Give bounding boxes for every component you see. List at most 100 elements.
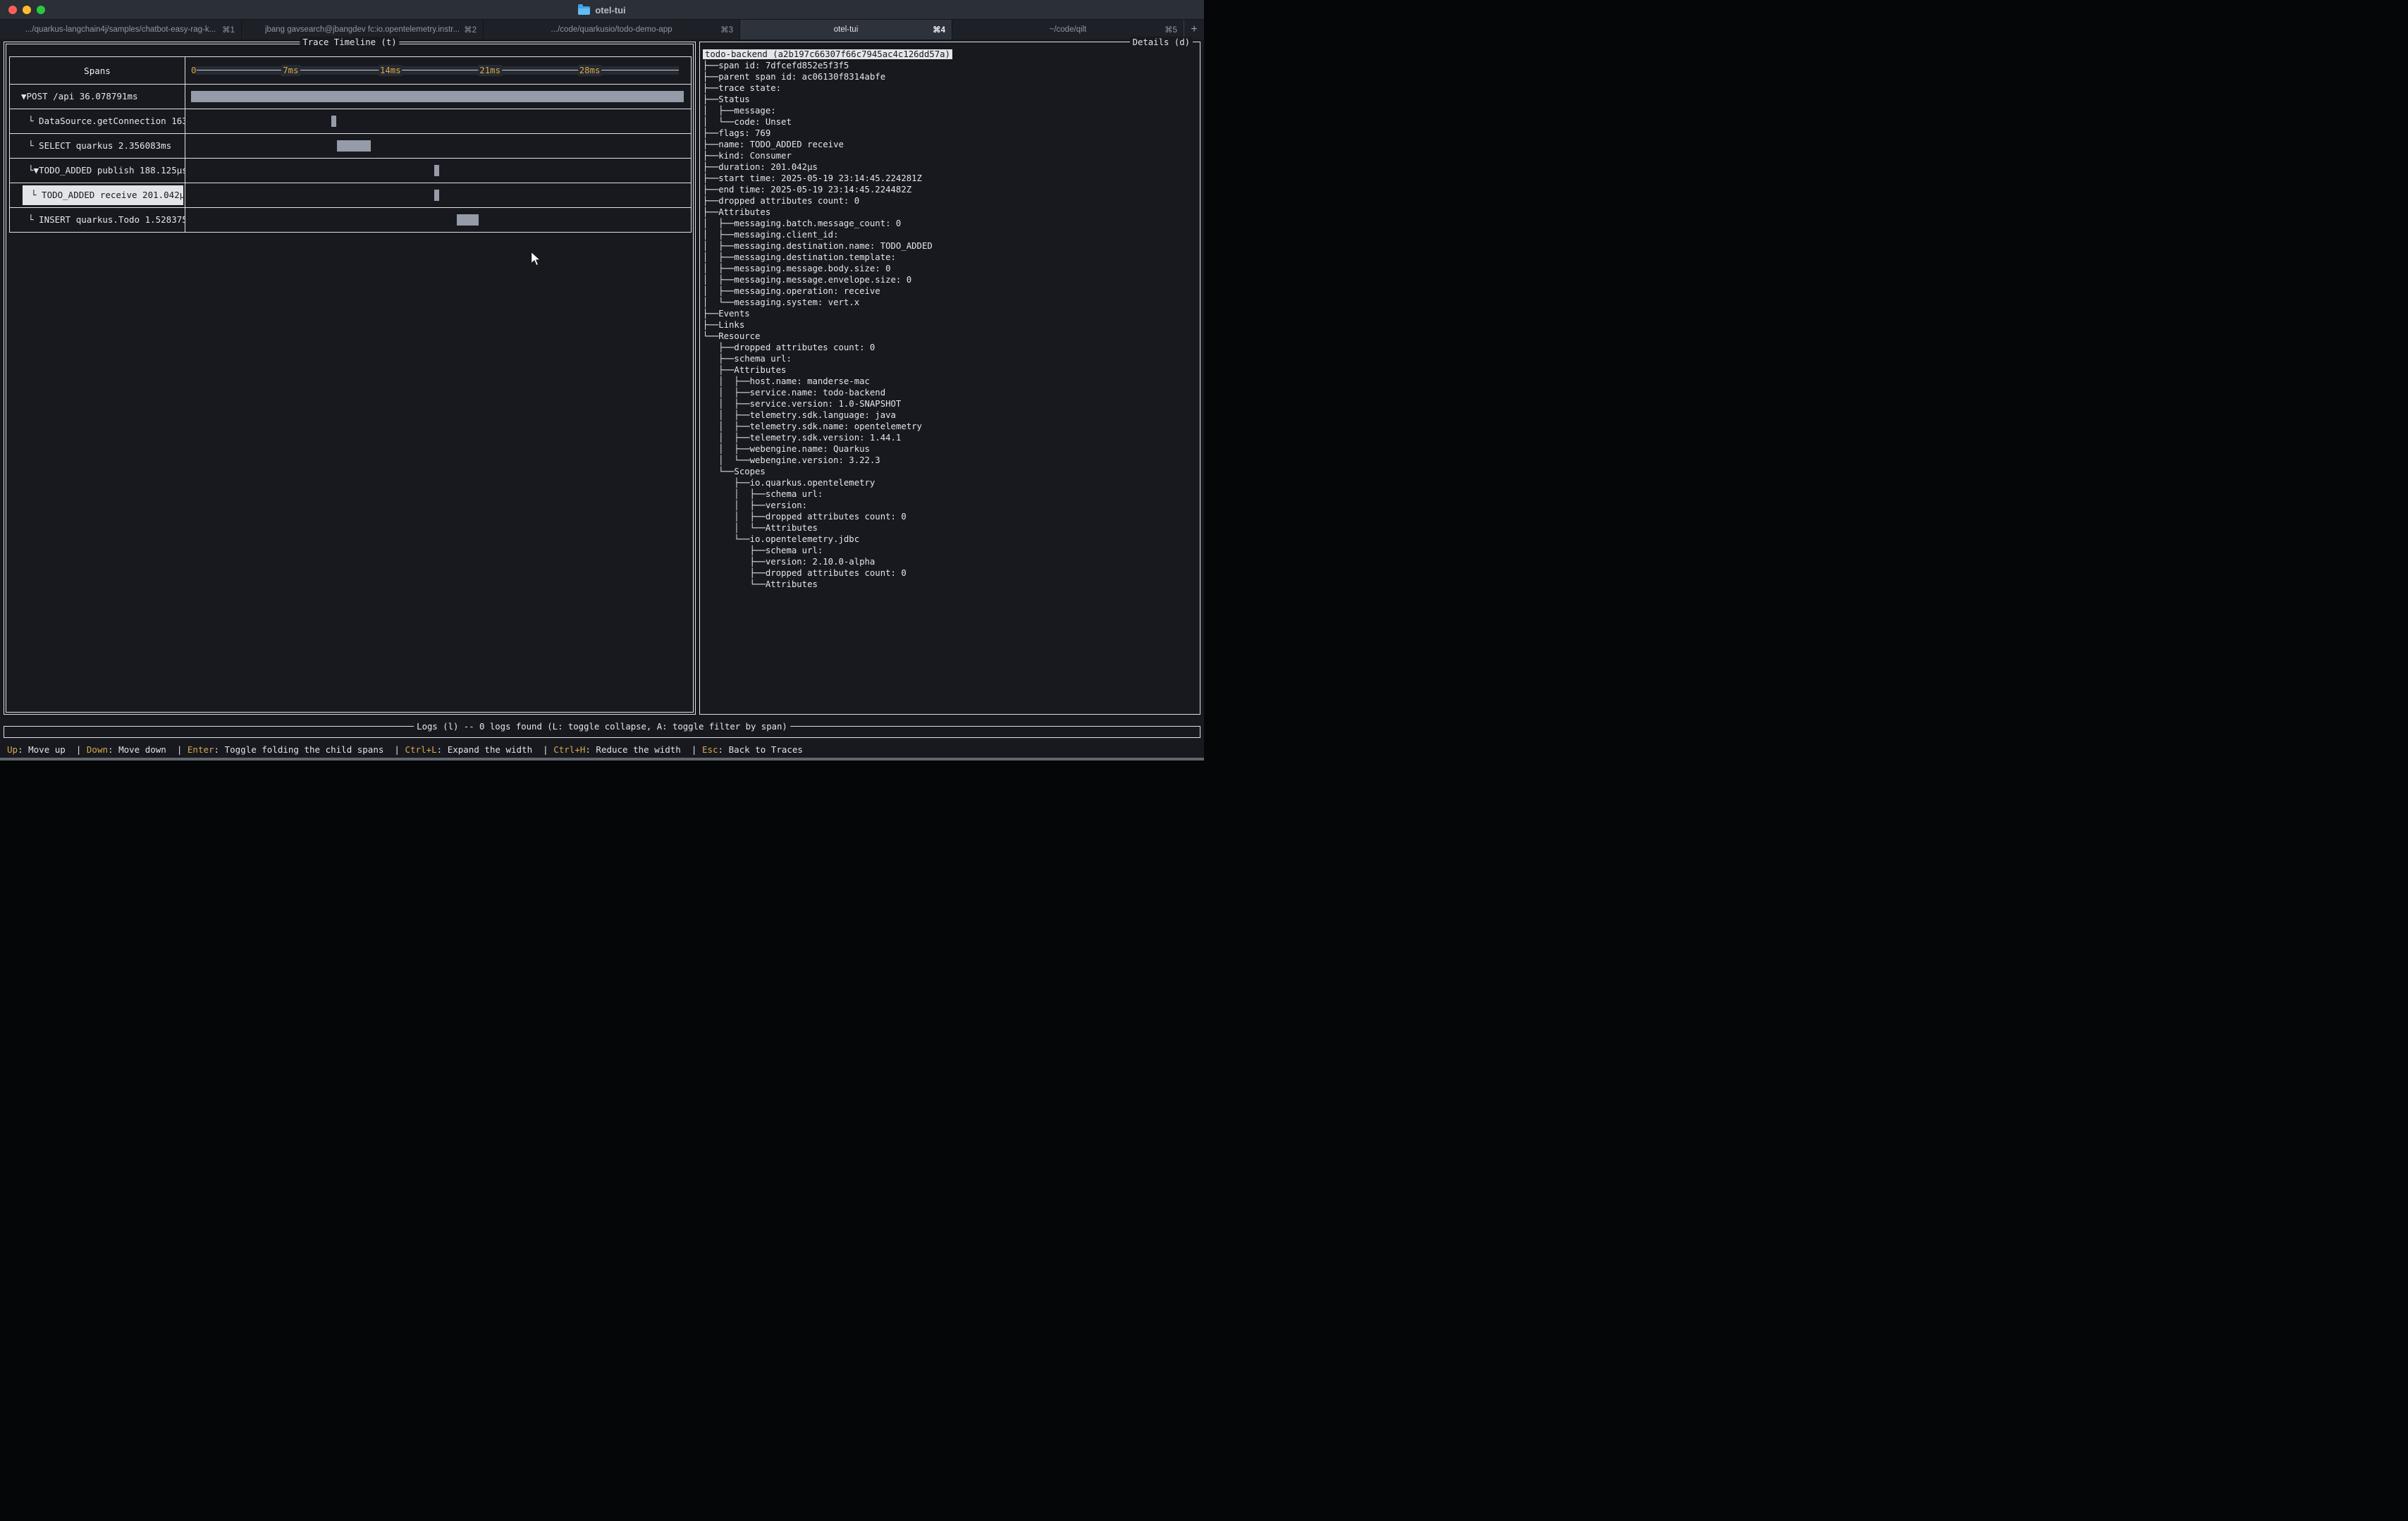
separator: |	[70, 744, 87, 755]
span-label: └ INSERT quarkus.Todo 1.528375	[10, 208, 185, 232]
keybinding-status-bar: Up: Move up | Down: Move down | Enter: T…	[0, 743, 1204, 757]
window-titlebar: otel-tui	[0, 0, 1204, 20]
details-tree-line: ├──trace state:	[703, 82, 1198, 94]
details-tree-line: └──Resource	[703, 331, 1198, 342]
details-tree-line: │ ├──telemetry.sdk.version: 1.44.1	[703, 432, 1198, 443]
axis-strip	[195, 66, 679, 75]
separator: |	[389, 744, 405, 755]
details-tree-line: └──io.opentelemetry.jdbc	[703, 534, 1198, 545]
span-duration-bar	[434, 165, 439, 176]
details-tree-line: ├──Attributes	[703, 207, 1198, 218]
details-tree-line: │ ├──webengine.name: Quarkus	[703, 443, 1198, 455]
details-tree-line: ├──flags: 769	[703, 128, 1198, 139]
logs-panel[interactable]: Logs (l) -- 0 logs found (L: toggle coll…	[4, 726, 1200, 738]
span-label: └▼TODO_ADDED publish 188.125μs	[10, 159, 185, 183]
details-tree-line: ├──start time: 2025-05-19 23:14:45.22428…	[703, 173, 1198, 184]
window-title-text: otel-tui	[595, 5, 625, 16]
key-ctrl-h-desc: : Reduce the width	[585, 744, 686, 755]
details-tree-line: ├──schema url:	[703, 545, 1198, 556]
tab-shortcut: ⌘4	[933, 20, 945, 39]
span-duration-bar	[337, 140, 371, 152]
details-tree-line: ├──duration: 201.042μs	[703, 161, 1198, 173]
tab-label: otel-tui	[834, 25, 859, 34]
details-tree-line: ├──kind: Consumer	[703, 150, 1198, 161]
span-row-insert-quarkus-todo[interactable]: └ INSERT quarkus.Todo 1.528375	[10, 208, 691, 232]
details-tree-line: │ ├──telemetry.sdk.language: java	[703, 410, 1198, 421]
tab-bar: .../quarkus-langchain4j/samples/chatbot-…	[0, 20, 1204, 39]
key-esc-desc: : Back to Traces	[718, 744, 803, 755]
details-tree-line: │ └──Attributes	[703, 522, 1198, 534]
span-row-select-quarkus[interactable]: └ SELECT quarkus 2.356083ms	[10, 134, 691, 159]
trace-timeline-title: Trace Timeline (t)	[300, 37, 399, 48]
span-label: └ SELECT quarkus 2.356083ms	[10, 134, 185, 158]
axis-tick-21ms: 21ms	[478, 65, 502, 76]
details-tree-line: │ └──code: Unset	[703, 116, 1198, 128]
details-tree-line: ├──Links	[703, 319, 1198, 331]
details-tree-line: ├──Attributes	[703, 364, 1198, 376]
tab-todo-demo-app[interactable]: .../code/quarkusio/todo-demo-app ⌘3	[484, 20, 740, 39]
span-row-datasource-getconnection[interactable]: └ DataSource.getConnection 163	[10, 109, 691, 134]
span-duration-bar	[331, 116, 336, 127]
details-tree-line: │ ├──messaging.destination.name: TODO_AD…	[703, 240, 1198, 252]
details-tree-line: │ └──webengine.version: 3.22.3	[703, 455, 1198, 466]
details-tree-line: ├──end time: 2025-05-19 23:14:45.224482Z	[703, 184, 1198, 195]
details-panel: Details (d) todo-backend (a2b197c66307f6…	[699, 42, 1200, 715]
separator: |	[538, 744, 554, 755]
details-tree-line: │ ├──messaging.destination.template:	[703, 252, 1198, 263]
tab-label: .../code/quarkusio/todo-demo-app	[551, 25, 672, 34]
tab-label: .../quarkus-langchain4j/samples/chatbot-…	[25, 25, 216, 34]
separator: |	[171, 744, 188, 755]
details-tree-lines: ├──span id: 7dfcefd852e5f3f5├──parent sp…	[703, 60, 1198, 590]
spans-table-header: Spans 0 7ms 14ms 21ms 28ms	[10, 57, 691, 85]
axis-tick-28ms: 28ms	[578, 65, 602, 76]
details-tree-line: ├──dropped attributes count: 0	[703, 567, 1198, 579]
details-tree: todo-backend (a2b197c66307f66c7945ac4c12…	[703, 49, 1198, 711]
span-label: └ DataSource.getConnection 163	[10, 109, 185, 133]
span-duration-bar	[457, 214, 479, 226]
axis-tick-7ms: 7ms	[281, 65, 300, 76]
details-tree-line: ├──schema url:	[703, 353, 1198, 364]
details-tree-line: │ ├──messaging.message.body.size: 0	[703, 263, 1198, 274]
details-tree-line: ├──Status	[703, 94, 1198, 105]
span-label-cell: └ TODO_ADDED receive 201.042μ	[10, 183, 185, 207]
mouse-cursor	[530, 251, 543, 268]
key-up: Up	[7, 744, 18, 755]
tab-otel-tui-active[interactable]: otel-tui ⌘4	[740, 20, 952, 39]
span-row-todo-added-receive-selected[interactable]: └ TODO_ADDED receive 201.042μ	[10, 183, 691, 208]
details-tree-line: │ ├──messaging.client_id:	[703, 229, 1198, 240]
details-tree-line: │ ├──schema url:	[703, 488, 1198, 500]
details-tree-line: │ └──messaging.system: vert.x	[703, 297, 1198, 308]
details-tree-line: └──Attributes	[703, 579, 1198, 590]
key-ctrl-h: Ctrl+H	[553, 744, 585, 755]
key-down-desc: : Move down	[108, 744, 171, 755]
timeline-axis: 0 7ms 14ms 21ms 28ms	[185, 57, 691, 84]
tab-chatbot-easy-rag[interactable]: .../quarkus-langchain4j/samples/chatbot-…	[0, 20, 242, 39]
separator: |	[686, 744, 702, 755]
span-duration-bar	[191, 91, 684, 102]
details-tree-line: ├──name: TODO_ADDED receive	[703, 139, 1198, 150]
spans-column-header: Spans	[10, 57, 185, 84]
tab-shortcut: ⌘3	[720, 20, 733, 39]
span-duration-bar	[434, 190, 439, 201]
key-ctrl-l-desc: : Expand the width	[437, 744, 538, 755]
details-tree-line: │ ├──message:	[703, 105, 1198, 116]
key-down: Down	[87, 744, 108, 755]
span-row-todo-added-publish[interactable]: └▼TODO_ADDED publish 188.125μs	[10, 159, 691, 183]
details-tree-line: └──Scopes	[703, 466, 1198, 477]
details-panel-title: Details (d)	[1130, 37, 1193, 48]
details-tree-line: │ ├──messaging.operation: receive	[703, 285, 1198, 297]
folder-icon	[578, 6, 590, 15]
details-selected-node[interactable]: todo-backend (a2b197c66307f66c7945ac4c12…	[703, 49, 1198, 60]
details-tree-line: ├──span id: 7dfcefd852e5f3f5	[703, 60, 1198, 71]
details-tree-line: ├──dropped attributes count: 0	[703, 195, 1198, 207]
details-tree-line: ├──parent span id: ac06130f8314abfe	[703, 71, 1198, 82]
tab-label: jbang gavsearch@jbangdev fc:io.opentelem…	[265, 25, 460, 34]
details-tree-line: │ ├──messaging.message.envelope.size: 0	[703, 274, 1198, 285]
details-tree-line: │ ├──service.version: 1.0-SNAPSHOT	[703, 398, 1198, 410]
key-up-desc: : Move up	[18, 744, 70, 755]
span-row-post-api[interactable]: ▼POST /api 36.078791ms	[10, 85, 691, 109]
details-tree-line: ├──io.quarkus.opentelemetry	[703, 477, 1198, 488]
axis-tick-0: 0	[191, 65, 196, 76]
details-tree-line: │ ├──dropped attributes count: 0	[703, 511, 1198, 522]
spans-table: Spans 0 7ms 14ms 21ms 28ms ▼POST /api 36…	[9, 56, 692, 233]
